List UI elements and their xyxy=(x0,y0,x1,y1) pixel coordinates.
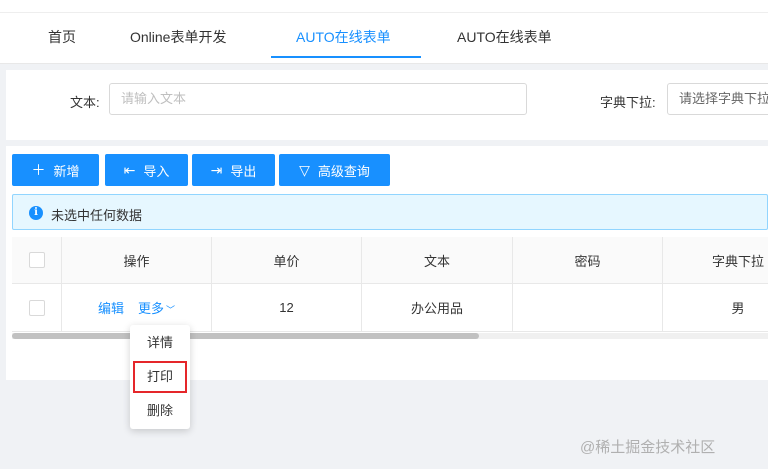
import-icon: ⇤ xyxy=(123,162,136,178)
text-field-label: 文本: xyxy=(70,95,100,110)
filter-icon: ▽ xyxy=(299,162,310,178)
advanced-query-button-label: 高级查询 xyxy=(317,163,370,179)
menu-item-details[interactable]: 详情 xyxy=(130,327,190,359)
tab-bar: 首页 Online表单开发 AUTO在线表单 AUTO在线表单 xyxy=(0,0,768,64)
more-link-label: 更多 xyxy=(137,301,164,316)
horizontal-scrollbar[interactable] xyxy=(12,333,768,339)
row-actions-cell: 编辑 更多 ﹀ xyxy=(62,284,212,331)
tab-auto-online-form[interactable]: AUTO在线表单 xyxy=(457,13,552,61)
export-button-label: 导出 xyxy=(230,163,257,179)
dict-select-label: 字典下拉: xyxy=(600,95,656,110)
advanced-query-button[interactable]: ▽ 高级查询 xyxy=(279,154,390,186)
column-header-text[interactable]: 文本 xyxy=(362,237,513,283)
info-icon: i xyxy=(29,206,43,220)
tab-online-form-dev[interactable]: Online表单开发 xyxy=(130,13,226,61)
table-header: 操作 单价 文本 密码 字典下拉 xyxy=(12,237,768,284)
row-checkbox[interactable] xyxy=(28,299,45,316)
dict-select[interactable]: 请选择字典下拉 xyxy=(667,83,768,115)
edit-link[interactable]: 编辑 xyxy=(98,298,124,317)
import-button[interactable]: ⇤ 导入 xyxy=(105,154,188,186)
search-panel: 文本: 请输入文本 字典下拉: 请选择字典下拉 xyxy=(6,70,768,140)
plus-icon: ＋ xyxy=(31,162,46,178)
tab-auto-online-form-active[interactable]: AUTO在线表单 xyxy=(296,13,391,61)
add-button[interactable]: ＋ 新增 xyxy=(12,154,99,186)
list-panel: ＋ 新增 ⇤ 导入 ⇥ 导出 ▽ 高级查询 i 未选中任何数据 操作 单价 文本… xyxy=(6,146,768,380)
button-gap xyxy=(99,154,101,186)
row-checkbox-cell xyxy=(12,284,62,331)
export-icon: ⇥ xyxy=(210,162,223,178)
selection-alert: i 未选中任何数据 xyxy=(12,194,768,230)
column-header-actions: 操作 xyxy=(62,237,212,283)
active-tab-indicator xyxy=(271,56,421,58)
export-button[interactable]: ⇥ 导出 xyxy=(192,154,275,186)
scrollbar-thumb[interactable] xyxy=(12,333,479,339)
password-cell xyxy=(513,284,663,331)
select-all-checkbox[interactable] xyxy=(28,252,45,268)
menu-item-delete[interactable]: 删除 xyxy=(130,395,190,427)
import-button-label: 导入 xyxy=(143,163,170,179)
text-cell: 办公用品 xyxy=(362,284,513,331)
dict-cell: 男 xyxy=(731,301,745,316)
add-button-label: 新增 xyxy=(53,163,80,179)
column-header-dict[interactable]: 字典下拉 xyxy=(663,237,768,283)
text-search-input[interactable]: 请输入文本 xyxy=(109,83,527,115)
column-header-password[interactable]: 密码 xyxy=(513,237,663,283)
menu-item-print[interactable]: 打印 xyxy=(133,361,187,393)
price-cell: 12 xyxy=(212,284,362,331)
chevron-down-icon: ﹀ xyxy=(166,305,176,315)
column-header-price[interactable]: 单价 xyxy=(212,237,362,283)
watermark: @稀土掘金技术社区 xyxy=(580,439,716,456)
header-checkbox-cell xyxy=(12,237,62,283)
more-actions-menu: 详情 打印 删除 xyxy=(130,325,190,429)
more-dropdown-trigger[interactable]: 更多 ﹀ xyxy=(138,298,175,317)
tab-home[interactable]: 首页 xyxy=(48,13,76,61)
table-row: 编辑 更多 ﹀ 12 办公用品 男 xyxy=(12,284,768,332)
selection-alert-text: 未选中任何数据 xyxy=(51,208,143,223)
